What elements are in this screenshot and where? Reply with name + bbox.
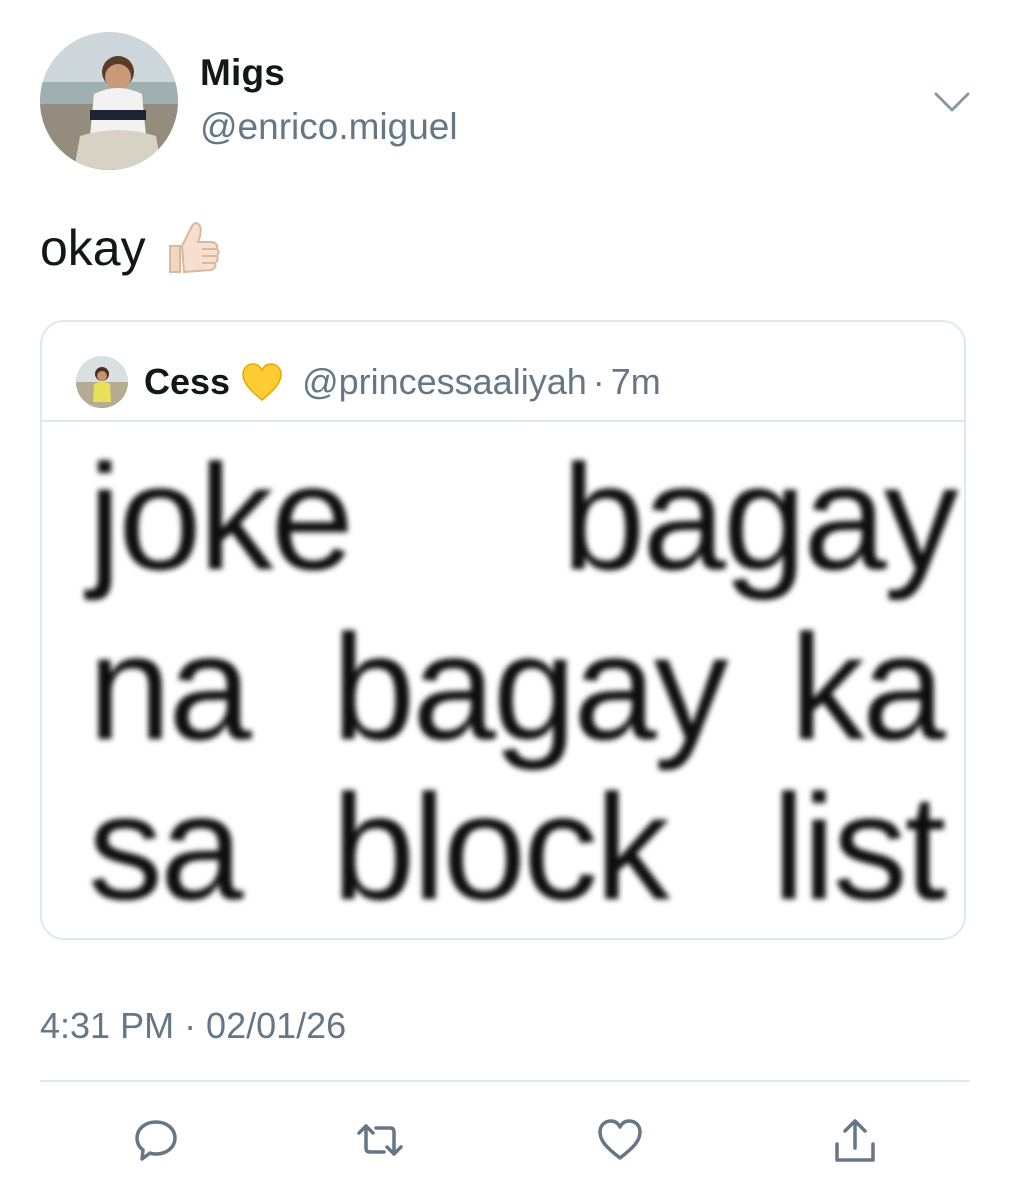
- quoted-tweet-card[interactable]: Cess @princessaaliyah · 7m joke bagay na…: [40, 320, 966, 940]
- reply-button[interactable]: [126, 1110, 186, 1170]
- quoted-author-avatar: [76, 356, 128, 408]
- tweet-timestamp[interactable]: 4:31 PM · 02/01/26: [40, 1005, 346, 1047]
- meme-word: bagay: [332, 603, 729, 771]
- share-icon: [835, 1119, 875, 1162]
- meme-word: ka: [790, 603, 945, 771]
- meme-word: bagay: [562, 433, 959, 601]
- meme-word: block: [332, 763, 670, 931]
- quoted-media-image[interactable]: joke bagay na bagay ka sa block list: [42, 422, 964, 938]
- quoted-tweet-header: Cess @princessaaliyah · 7m: [76, 352, 661, 412]
- actions-divider: [40, 1080, 970, 1082]
- chevron-down-icon[interactable]: [932, 88, 972, 116]
- author-display-name[interactable]: Migs: [200, 52, 285, 94]
- quoted-author-display-name: Cess: [144, 361, 231, 402]
- meme-word: joke: [88, 433, 354, 601]
- avatar-photo: [40, 32, 178, 170]
- quoted-author-handle: @princessaaliyah: [302, 361, 587, 402]
- yellow-heart-emoji-icon: [242, 363, 282, 401]
- tweet-text: okay: [40, 218, 222, 278]
- meme-word: na: [88, 603, 252, 771]
- share-button[interactable]: [825, 1110, 885, 1170]
- like-button[interactable]: [590, 1110, 650, 1170]
- quoted-separator: ·: [592, 361, 605, 402]
- quoted-time-ago: 7m: [610, 361, 661, 402]
- meme-word: sa: [88, 763, 243, 931]
- tweet-action-bar: [0, 1110, 1009, 1170]
- author-avatar[interactable]: [40, 32, 178, 170]
- author-handle[interactable]: @enrico.miguel: [200, 106, 458, 148]
- tweet-text-content: okay: [40, 220, 146, 276]
- thumbs-up-emoji-icon: [162, 218, 222, 278]
- retweet-icon: [357, 1124, 403, 1156]
- retweet-button[interactable]: [350, 1110, 410, 1170]
- heart-icon: [598, 1119, 642, 1160]
- meme-word: list: [772, 763, 946, 931]
- reply-icon: [135, 1120, 177, 1161]
